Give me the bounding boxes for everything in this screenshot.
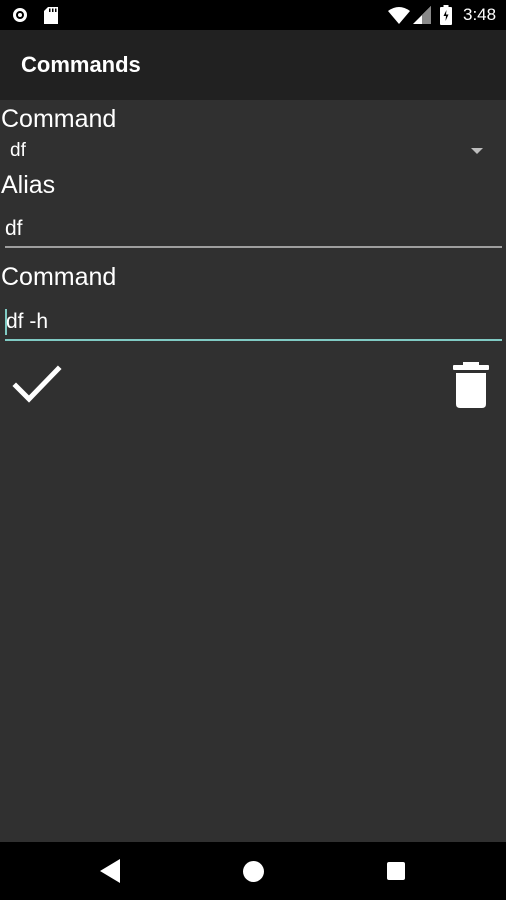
- command-spinner-value: df: [10, 140, 26, 161]
- page-title: Commands: [21, 52, 141, 77]
- app-toolbar: Commands: [0, 30, 506, 100]
- back-icon[interactable]: [100, 859, 122, 883]
- delete-button[interactable]: [446, 360, 496, 412]
- dropdown-arrow-icon: [471, 148, 483, 154]
- trash-icon: [453, 362, 489, 408]
- confirm-button[interactable]: [10, 362, 64, 408]
- command-spinner-label: Command: [1, 105, 117, 133]
- cell-signal-icon: [413, 6, 431, 24]
- screen: 3:48 Commands Command df Alias df Comman…: [0, 0, 506, 900]
- status-time: 3:48: [463, 5, 497, 24]
- battery-icon: [440, 5, 452, 25]
- wifi-icon: [388, 7, 410, 24]
- command-label: Command: [1, 263, 117, 291]
- checkmark-icon: [12, 365, 62, 403]
- recents-icon[interactable]: [387, 862, 405, 880]
- command-field-value: df -h: [6, 310, 49, 333]
- alias-field-value: df: [5, 217, 23, 240]
- alias-label: Alias: [1, 171, 56, 199]
- notification-circle-icon: [13, 8, 27, 22]
- command-field[interactable]: df -h: [5, 305, 502, 341]
- alias-field-underline: [5, 246, 502, 248]
- alias-field[interactable]: df: [5, 212, 502, 248]
- home-icon[interactable]: [243, 861, 264, 882]
- navigation-bar: [0, 842, 506, 900]
- command-spinner[interactable]: df: [0, 137, 506, 165]
- command-field-underline: [5, 339, 502, 341]
- sd-card-icon: [44, 7, 58, 24]
- status-bar: 3:48: [0, 0, 506, 30]
